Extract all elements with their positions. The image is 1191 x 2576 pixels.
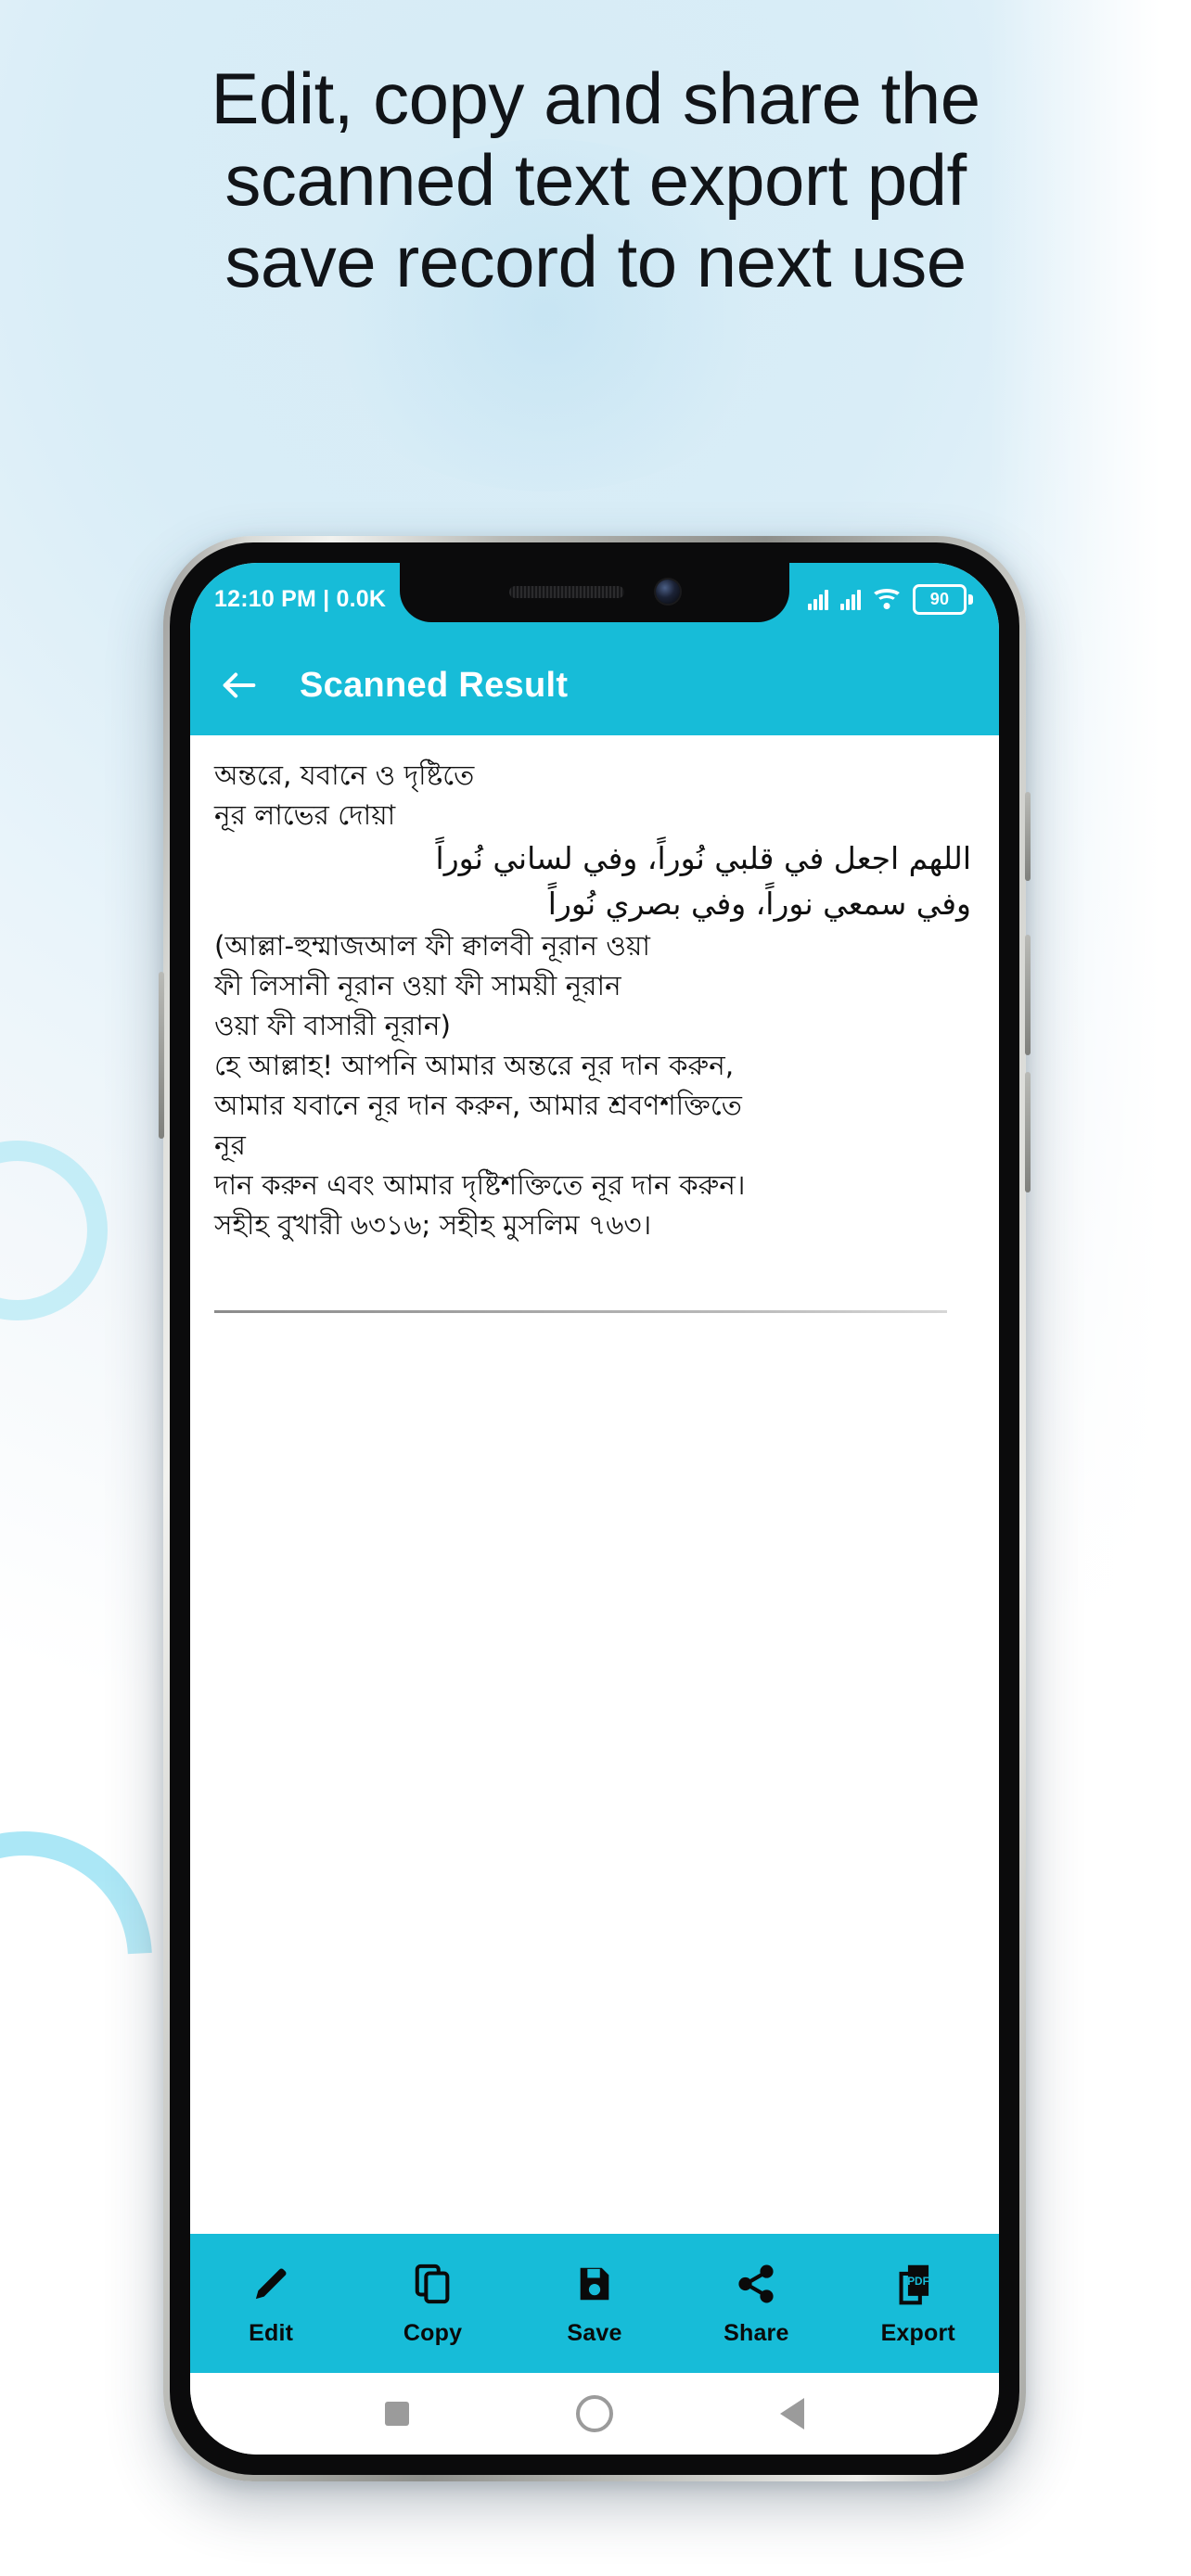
recents-square-icon[interactable]: [385, 2402, 409, 2426]
scanned-text-line: নূর: [214, 1129, 246, 1161]
front-camera-icon: [656, 580, 680, 604]
home-circle-icon[interactable]: [576, 2395, 613, 2432]
scanned-text-line: আমার যবানে নূর দান করুন, আমার শ্রবণশক্তি…: [214, 1090, 742, 1121]
volume-up-button[interactable]: [1025, 935, 1031, 1055]
phone-screen: 12:10 PM | 0.0K 90 Scanned Result অন্তরে…: [190, 563, 999, 2455]
scanned-text-line: ওয়া ফী বাসারী নূরান): [214, 1010, 451, 1041]
phone-bezel: 12:10 PM | 0.0K 90 Scanned Result অন্তরে…: [170, 542, 1019, 2475]
signal-bars-icon: [840, 588, 861, 610]
android-nav-bar: [190, 2373, 999, 2455]
promo-headline-line-2: scanned text export pdf: [224, 139, 967, 222]
scanned-text-line: وفي سمعي نوراً، وفي بصري نُوراً: [547, 886, 971, 922]
save-label: Save: [567, 2319, 622, 2346]
page-title: Scanned Result: [300, 665, 569, 705]
edit-label: Edit: [249, 2319, 294, 2346]
promo-headline: Edit, copy and share the scanned text ex…: [0, 57, 1191, 302]
earpiece-speaker-icon: [509, 585, 624, 598]
scanned-text-line: নূর লাভের দোয়া: [214, 799, 396, 831]
phone-mockup: 12:10 PM | 0.0K 90 Scanned Result অন্তরে…: [159, 536, 1031, 2481]
scanned-text-area[interactable]: অন্তরে, যবানে ও দৃষ্টিতে নূর লাভের দোয়া ا…: [190, 735, 999, 2228]
edit-button[interactable]: Edit: [202, 2261, 339, 2347]
copy-label: Copy: [403, 2319, 463, 2346]
action-toolbar: Edit Copy Save Share PDF Export: [190, 2234, 999, 2373]
export-label: Export: [880, 2319, 955, 2346]
copy-button[interactable]: Copy: [365, 2261, 502, 2347]
share-nodes-icon: [735, 2261, 777, 2307]
scanned-text-line: সহীহ বুখারী ৬৩১৬; সহীহ মুসলিম ৭৬৩।: [214, 1209, 652, 1241]
text-field-underline: [214, 1310, 947, 1313]
floppy-disk-icon: [573, 2261, 616, 2307]
power-button[interactable]: [159, 972, 164, 1139]
promo-headline-line-3: save record to next use: [224, 221, 967, 303]
display-notch: [400, 563, 789, 622]
scanned-text-line: (আল্লা-হুম্মাজআল ফী ক্বালবী নূরান ওয়া: [214, 930, 650, 962]
svg-text:PDF: PDF: [907, 2275, 929, 2288]
wifi-icon: [870, 588, 903, 610]
promo-headline-line-1: Edit, copy and share the: [211, 57, 980, 139]
scanned-text-line: হে আল্লাহ! আপনি আমার অন্তরে নূর দান করুন…: [214, 1050, 735, 1081]
pencil-icon: [250, 2261, 292, 2307]
mute-switch[interactable]: [1025, 792, 1031, 881]
signal-bars-icon: [808, 588, 828, 610]
copy-icon: [412, 2261, 455, 2307]
scanned-text-line: اللهم اجعل في قلبي نُوراً، وفي لساني نُو…: [435, 840, 971, 876]
scanned-text-line: অন্তরে, যবানে ও দৃষ্টিতে: [214, 759, 475, 791]
status-icons: 90: [808, 583, 973, 615]
scanned-text-line: ফী লিসানী নূরান ওয়া ফী সাময়ী নূরান: [214, 970, 621, 1001]
app-bar: Scanned Result: [190, 635, 999, 735]
scanned-text-lines: অন্তরে, যবানে ও দৃষ্টিতে নূর লাভের দোয়া ا…: [214, 756, 971, 1245]
battery-icon: 90: [913, 583, 973, 615]
back-triangle-icon[interactable]: [780, 2398, 804, 2429]
status-time-and-datarate: 12:10 PM | 0.0K: [214, 585, 387, 612]
battery-cap: [968, 593, 973, 605]
scanned-text-line: দান করুন এবং আমার দৃষ্টিশক্তিতে নূর দান …: [214, 1169, 746, 1201]
arrow-left-icon[interactable]: [218, 664, 261, 707]
volume-down-button[interactable]: [1025, 1072, 1031, 1192]
share-label: Share: [724, 2319, 789, 2346]
battery-level-label: 90: [913, 583, 967, 615]
save-button[interactable]: Save: [526, 2261, 663, 2347]
export-button[interactable]: PDF Export: [850, 2261, 987, 2347]
status-bar: 12:10 PM | 0.0K 90: [190, 563, 999, 635]
share-button[interactable]: Share: [687, 2261, 825, 2347]
pdf-file-icon: PDF: [896, 2261, 941, 2307]
